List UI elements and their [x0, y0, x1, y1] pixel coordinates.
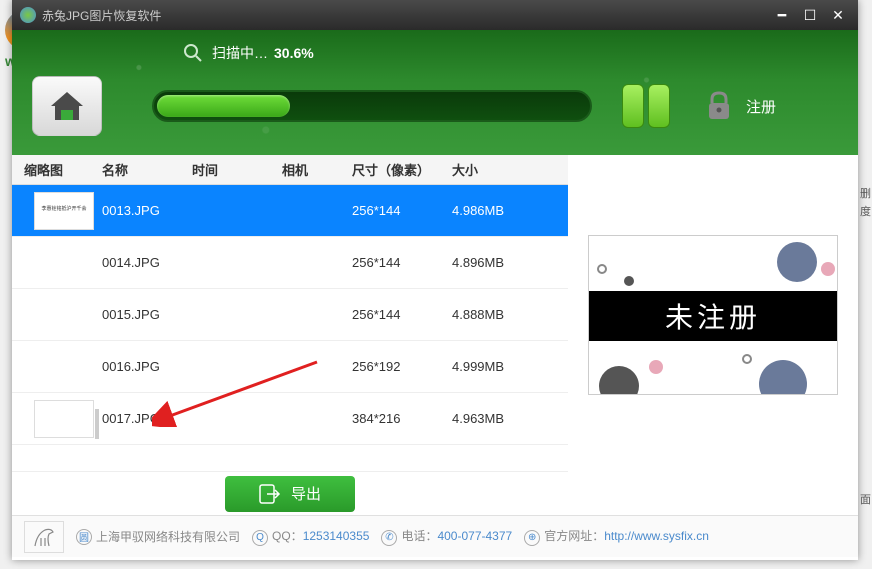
- cell-size: 4.986MB: [452, 203, 542, 218]
- cell-name: 0017.JPG: [102, 411, 192, 426]
- cell-size: 4.999MB: [452, 359, 542, 374]
- home-button[interactable]: [32, 76, 102, 136]
- qq-icon: Q: [252, 530, 268, 546]
- cell-name: 0013.JPG: [102, 203, 192, 218]
- scan-percent: 30.6%: [274, 45, 314, 61]
- footer-bar: 圆上海甲驭网络科技有限公司 Q QQ：1253140355 ✆ 电话：400-077…: [12, 515, 858, 557]
- preview-image: 未注册: [588, 235, 838, 395]
- thumbnail-icon: 李惠铨铭抵沪开千会: [34, 192, 94, 230]
- header-panel: 扫描中… 30.6%: [12, 30, 858, 155]
- cell-dimension: 256*192: [352, 359, 452, 374]
- window-title: 赤兔JPG图片恢复软件: [42, 7, 766, 24]
- footer-qq[interactable]: 1253140355: [303, 529, 370, 543]
- lock-icon: [700, 87, 738, 125]
- titlebar: 赤兔JPG图片恢复软件 ━ ☐ ✕: [12, 0, 858, 30]
- progress-fill: [157, 95, 290, 117]
- table-row[interactable]: 0016.JPG 256*192 4.999MB: [12, 341, 568, 393]
- cell-size: 4.963MB: [452, 411, 542, 426]
- cell-size: 4.896MB: [452, 255, 542, 270]
- preview-panel: 未注册: [568, 155, 858, 515]
- scan-progress-bar: [152, 90, 592, 122]
- search-icon: [182, 42, 204, 64]
- footer-site[interactable]: http://www.sysfix.cn: [604, 529, 709, 543]
- maximize-button[interactable]: ☐: [798, 5, 822, 25]
- register-button[interactable]: 注册: [700, 87, 776, 125]
- export-icon: [259, 483, 281, 505]
- col-camera[interactable]: 相机: [282, 160, 352, 179]
- scan-status: 扫描中… 30.6%: [182, 42, 838, 64]
- footer-company: 上海甲驭网络科技有限公司: [96, 530, 240, 544]
- col-name[interactable]: 名称: [102, 160, 192, 179]
- export-label: 导出: [291, 483, 321, 504]
- register-label: 注册: [746, 96, 776, 117]
- col-size[interactable]: 大小: [452, 160, 542, 179]
- minimize-button[interactable]: ━: [770, 5, 794, 25]
- content-area: 缩略图 名称 时间 相机 尺寸（像素） 大小 李惠铨铭抵沪开千会 0013.JP…: [12, 155, 858, 515]
- cell-size: 4.888MB: [452, 307, 542, 322]
- col-dimension[interactable]: 尺寸（像素）: [352, 160, 452, 179]
- cell-dimension: 384*216: [352, 411, 452, 426]
- pause-button[interactable]: [622, 84, 670, 128]
- app-window: 赤兔JPG图片恢复软件 ━ ☐ ✕ 扫描中… 30.6%: [12, 0, 858, 560]
- footer-phone-label: 电话：: [401, 529, 437, 543]
- company-icon: 圆: [76, 529, 92, 545]
- export-row: 导出: [12, 471, 568, 515]
- close-button[interactable]: ✕: [826, 5, 850, 25]
- table-row[interactable]: 0014.JPG 256*144 4.896MB: [12, 237, 568, 289]
- table-header: 缩略图 名称 时间 相机 尺寸（像素） 大小: [12, 155, 568, 185]
- cell-dimension: 256*144: [352, 255, 452, 270]
- table-row[interactable]: 李惠铨铭抵沪开千会 0013.JPG 256*144 4.986MB: [12, 185, 568, 237]
- file-table: 缩略图 名称 时间 相机 尺寸（像素） 大小 李惠铨铭抵沪开千会 0013.JP…: [12, 155, 568, 515]
- table-row[interactable]: 0017.JPG 384*216 4.963MB: [12, 393, 568, 445]
- table-row[interactable]: 0015.JPG 256*144 4.888MB: [12, 289, 568, 341]
- company-logo-icon: [24, 521, 64, 553]
- phone-icon: ✆: [381, 530, 397, 546]
- footer-phone: 400-077-4377: [437, 529, 512, 543]
- pause-icon-bar: [648, 84, 670, 128]
- col-time[interactable]: 时间: [192, 160, 282, 179]
- thumbnail-icon: [34, 400, 94, 438]
- cell-name: 0015.JPG: [102, 307, 192, 322]
- cell-dimension: 256*144: [352, 307, 452, 322]
- home-icon: [47, 88, 87, 124]
- cell-name: 0014.JPG: [102, 255, 192, 270]
- col-thumbnail[interactable]: 缩略图: [12, 160, 102, 179]
- table-body[interactable]: 李惠铨铭抵沪开千会 0013.JPG 256*144 4.986MB 0014.…: [12, 185, 568, 471]
- app-icon: [20, 7, 36, 23]
- footer-site-label: 官方网址：: [544, 529, 604, 543]
- pause-icon-bar: [622, 84, 644, 128]
- cell-name: 0016.JPG: [102, 359, 192, 374]
- page-edge-text: 删度面: [860, 185, 872, 509]
- web-icon: ⊕: [524, 530, 540, 546]
- export-button[interactable]: 导出: [225, 476, 355, 512]
- footer-qq-label: QQ：: [272, 529, 303, 543]
- scan-label: 扫描中…: [212, 43, 268, 63]
- cell-dimension: 256*144: [352, 203, 452, 218]
- unregistered-label: 未注册: [589, 291, 837, 341]
